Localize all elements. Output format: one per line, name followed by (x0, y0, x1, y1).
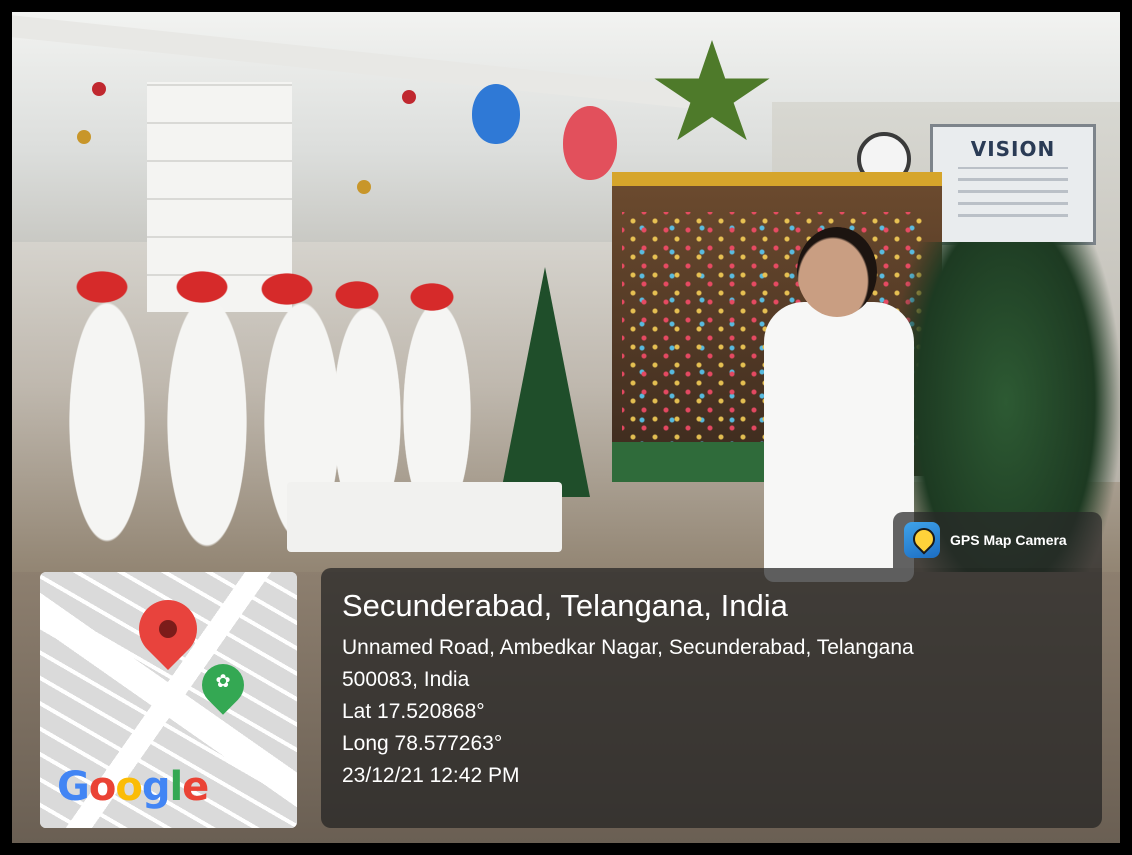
vision-board-text-lines (958, 167, 1068, 217)
google-logo: Google (57, 764, 209, 810)
gps-map-camera-icon (904, 522, 940, 558)
location-pin-dot (159, 620, 177, 638)
location-title: Secunderabad, Telangana, India (342, 588, 788, 623)
red-balloon (563, 106, 617, 180)
green-table (612, 442, 782, 482)
latitude: Lat 17.520868° (342, 700, 485, 723)
ornament (92, 82, 106, 96)
cake-table (287, 482, 562, 552)
gps-app-name: GPS Map Camera (950, 532, 1067, 548)
datetime: 23/12/21 12:42 PM (342, 764, 520, 787)
ornament (402, 90, 416, 104)
ornament (357, 180, 371, 194)
santa-hats (12, 267, 512, 317)
vision-board: VISION (930, 124, 1096, 245)
blue-balloon (472, 84, 520, 144)
speaker-head (797, 227, 877, 317)
vision-board-title: VISION (970, 137, 1056, 161)
location-info-panel: Secunderabad, Telangana, India Unnamed R… (321, 568, 1102, 828)
ornament (77, 130, 91, 144)
map-thumbnail: ✿ Google (40, 572, 297, 828)
address-line-2: 500083, India (342, 668, 470, 691)
gps-map-camera-badge: GPS Map Camera (893, 512, 1102, 568)
flower-icon: ✿ (215, 671, 231, 691)
christmas-tree (500, 267, 590, 497)
longitude: Long 78.577263° (342, 732, 503, 755)
speaker-in-white-coat (764, 302, 914, 582)
address-line-1: Unnamed Road, Ambedkar Nagar, Secunderab… (342, 636, 914, 659)
